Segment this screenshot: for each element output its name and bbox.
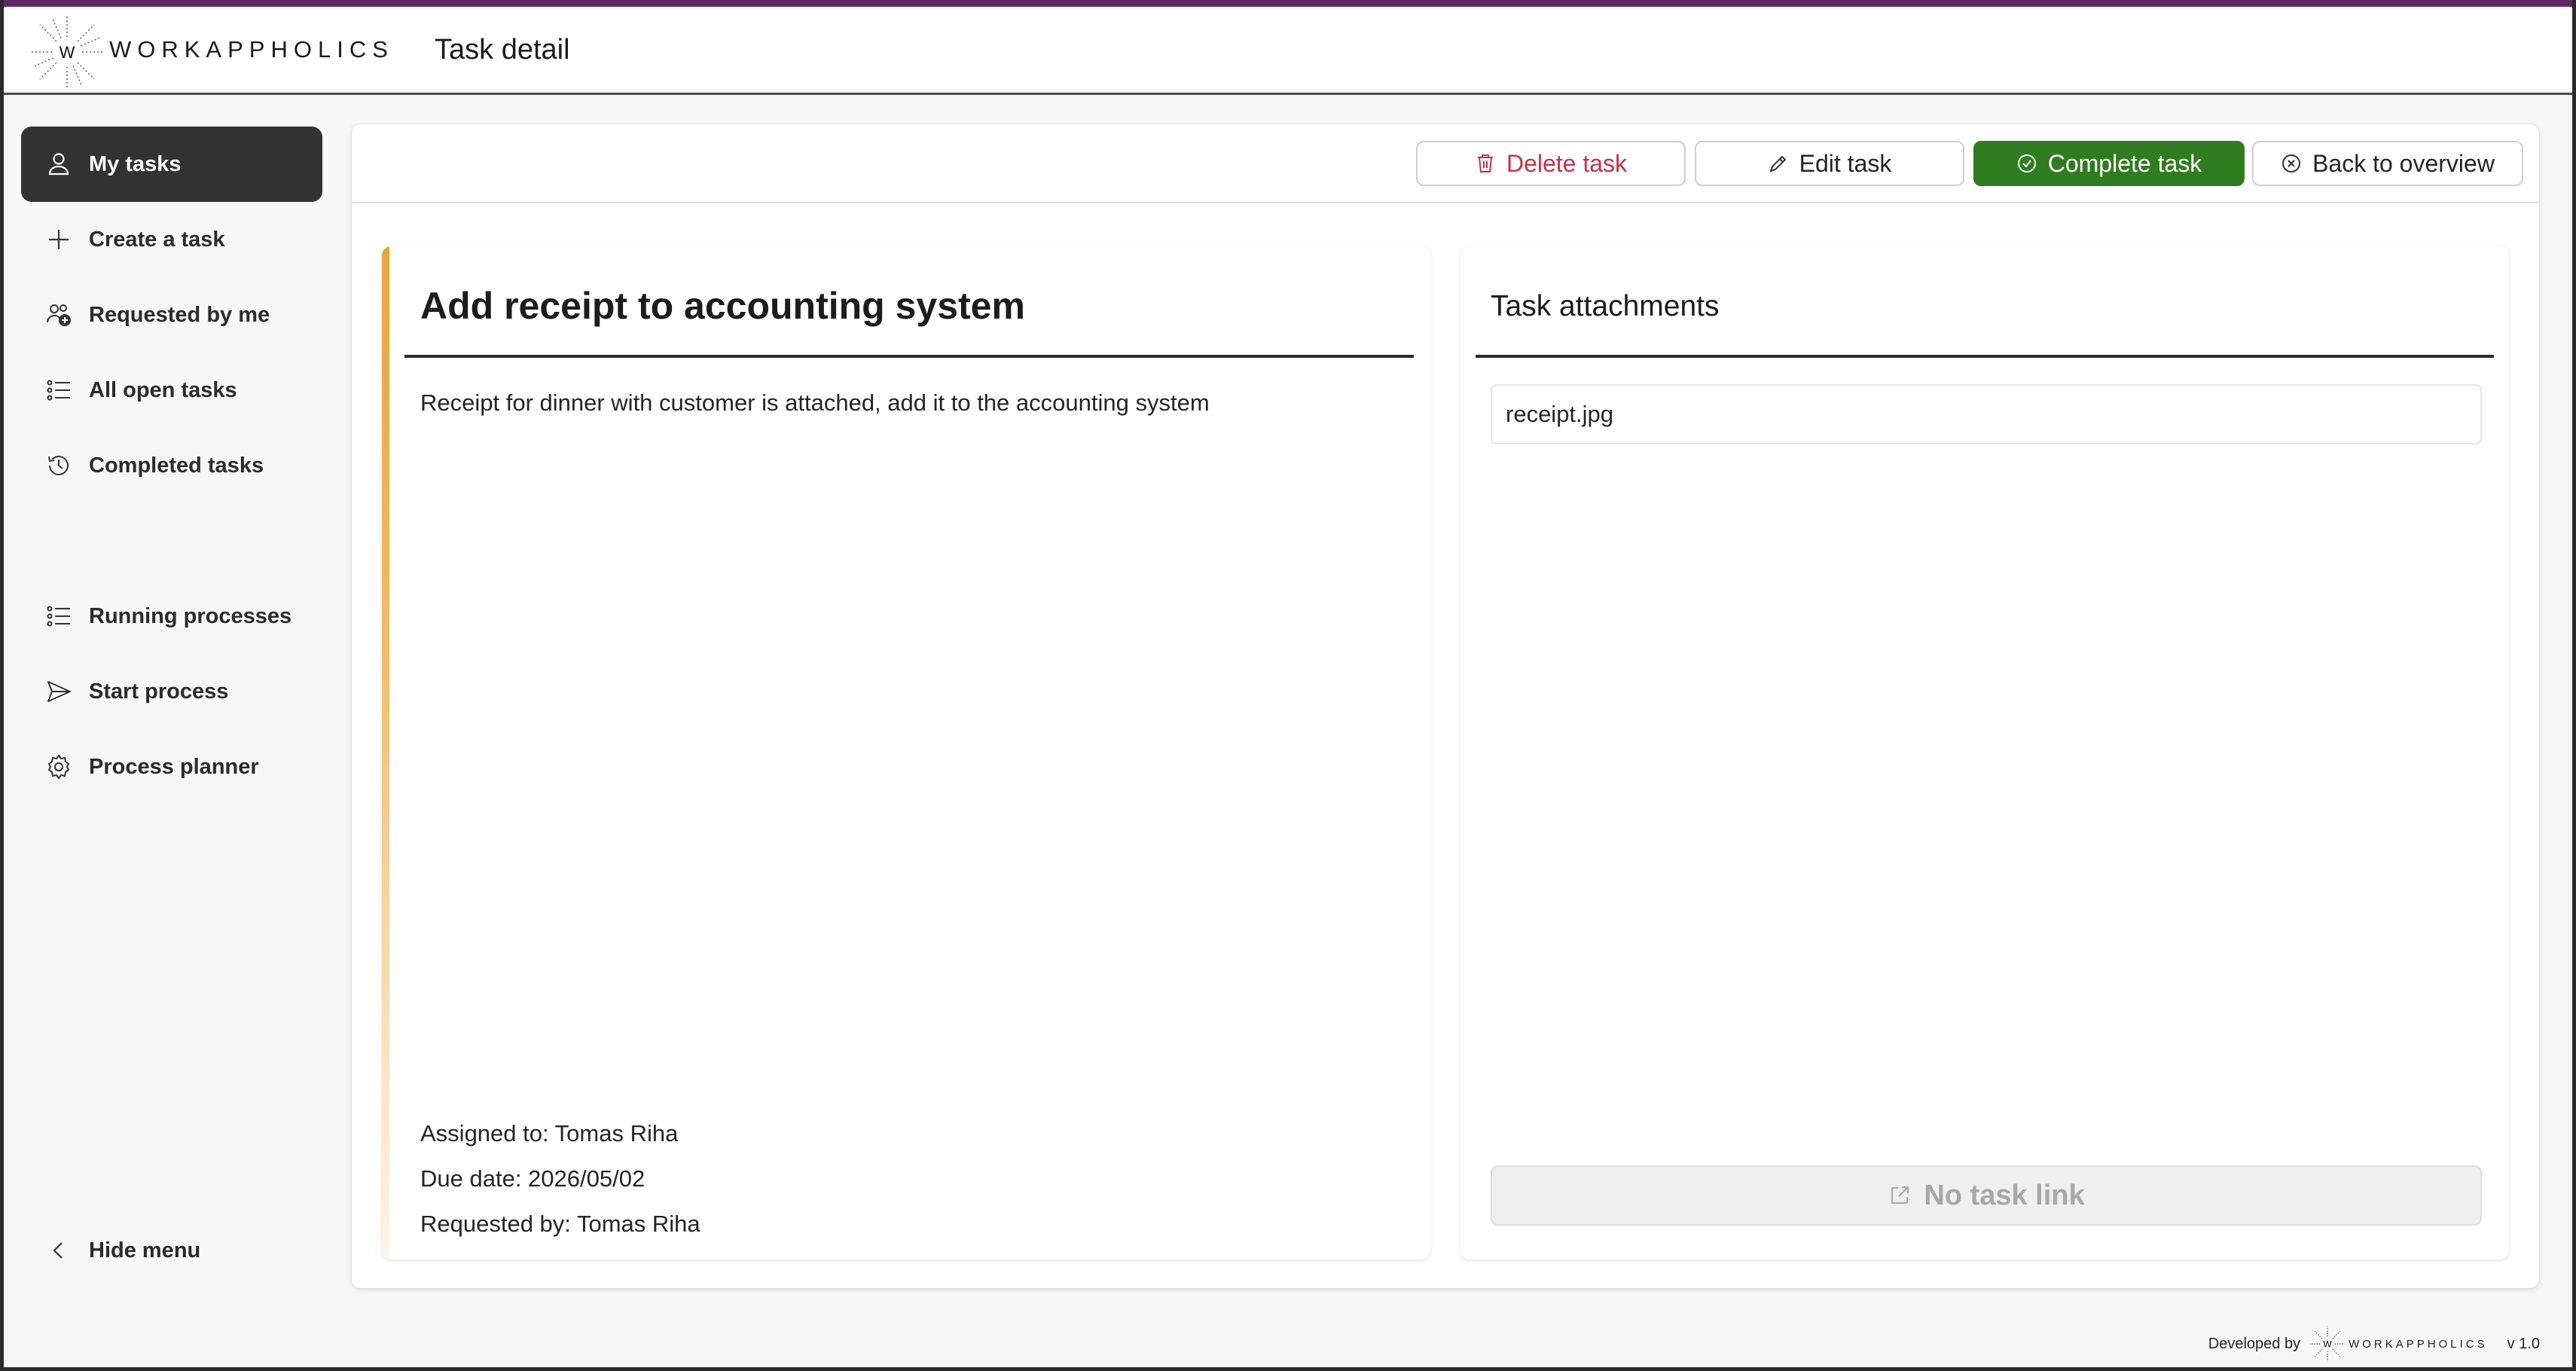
task-detail-card: Delete task Edit task Complete task Back…	[352, 124, 2539, 1288]
person-icon	[45, 151, 72, 178]
top-accent-bar	[0, 0, 2576, 7]
app-header: W WORKAPPHOLICS Task detail	[4, 7, 2572, 95]
hide-menu-container: Hide menu	[21, 1213, 322, 1288]
sidebar-item-completed-tasks[interactable]: Completed tasks	[21, 428, 322, 503]
task-requested-by: Requested by: Tomas Riha	[420, 1211, 700, 1237]
window-border-right	[2572, 0, 2576, 1371]
delete-task-label: Delete task	[1506, 149, 1628, 177]
logo-mark-icon: W	[25, 10, 109, 94]
attachments-divider	[1476, 355, 2494, 358]
no-task-link-label: No task link	[1924, 1179, 2085, 1211]
sidebar-item-label: Start process	[89, 679, 229, 704]
hide-menu-button[interactable]: Hide menu	[21, 1213, 322, 1288]
list-icon	[45, 603, 72, 630]
app-footer: Developed by W WORKAPPHOLICS v 1.0	[2208, 1324, 2540, 1363]
delete-task-button[interactable]: Delete task	[1416, 141, 1686, 186]
sidebar-item-create-task[interactable]: Create a task	[21, 202, 322, 277]
attachments-panel: Task attachments receipt.jpg No task lin…	[1460, 246, 2509, 1260]
logo-letter: W	[60, 43, 75, 62]
open-link-icon	[1891, 1186, 1909, 1204]
window-border-bottom	[0, 1367, 2576, 1371]
version-label: v 1.0	[2507, 1335, 2540, 1352]
back-to-overview-button[interactable]: Back to overview	[2252, 141, 2523, 186]
close-circle-icon	[2282, 154, 2301, 173]
page-title: Task detail	[435, 34, 570, 66]
attachment-item[interactable]: receipt.jpg	[1491, 384, 2482, 444]
plus-icon	[45, 226, 72, 253]
gear-icon	[45, 753, 72, 780]
sidebar-item-start-process[interactable]: Start process	[21, 654, 322, 729]
task-assigned-to: Assigned to: Tomas Riha	[420, 1120, 679, 1147]
task-title: Add receipt to accounting system	[420, 285, 1025, 327]
sidebar-item-running-processes[interactable]: Running processes	[21, 579, 322, 654]
sidebar-item-my-tasks[interactable]: My tasks	[21, 127, 322, 202]
sidebar-item-requested-by-me[interactable]: Requested by me	[21, 277, 322, 353]
sidebar-item-label: Process planner	[89, 754, 259, 779]
send-icon	[45, 678, 72, 705]
edit-task-label: Edit task	[1799, 149, 1892, 177]
history-icon	[45, 452, 72, 479]
task-info-panel: Add receipt to accounting system Receipt…	[382, 246, 1430, 1260]
trash-icon	[1477, 154, 1493, 173]
back-to-overview-label: Back to overview	[2312, 149, 2495, 177]
footer-brand-logo[interactable]: W WORKAPPHOLICS	[2308, 1324, 2488, 1363]
task-description: Receipt for dinner with customer is atta…	[420, 389, 1210, 416]
brand-logo[interactable]: W WORKAPPHOLICS	[25, 10, 394, 94]
check-circle-icon	[2017, 154, 2036, 173]
developed-by-label: Developed by	[2208, 1335, 2301, 1352]
task-due-date: Due date: 2026/05/02	[420, 1165, 646, 1192]
window-border-left	[0, 0, 4, 1371]
sidebar-item-label: Requested by me	[89, 302, 270, 327]
people-add-icon	[45, 301, 72, 328]
pencil-icon	[1769, 155, 1787, 173]
hide-menu-label: Hide menu	[89, 1238, 201, 1263]
sidebar-item-label: All open tasks	[89, 377, 237, 402]
chevron-left-icon	[45, 1237, 72, 1264]
sidebar-item-label: Completed tasks	[89, 453, 264, 478]
complete-task-button[interactable]: Complete task	[1973, 141, 2245, 186]
sidebar-item-label: My tasks	[89, 151, 182, 176]
sidebar-item-process-planner[interactable]: Process planner	[21, 729, 322, 805]
task-accent-bar	[382, 246, 389, 1260]
complete-task-label: Complete task	[2047, 149, 2202, 177]
sidebar-item-label: Running processes	[89, 603, 292, 628]
footer-brand-name: WORKAPPHOLICS	[2349, 1337, 2488, 1351]
title-divider	[404, 355, 1414, 358]
attachments-title: Task attachments	[1491, 290, 1720, 322]
brand-name: WORKAPPHOLICS	[109, 36, 394, 63]
action-toolbar: Delete task Edit task Complete task Back…	[352, 124, 2539, 203]
sidebar: My tasks Create a task Requested by me A…	[21, 127, 322, 805]
footer-logo-letter: W	[2323, 1339, 2332, 1350]
sidebar-item-all-open-tasks[interactable]: All open tasks	[21, 353, 322, 428]
list-icon	[45, 377, 72, 404]
sidebar-item-label: Create a task	[89, 227, 225, 252]
edit-task-button[interactable]: Edit task	[1695, 141, 1964, 186]
logo-mark-icon: W	[2309, 1326, 2346, 1362]
no-task-link-button: No task link	[1491, 1165, 2482, 1226]
